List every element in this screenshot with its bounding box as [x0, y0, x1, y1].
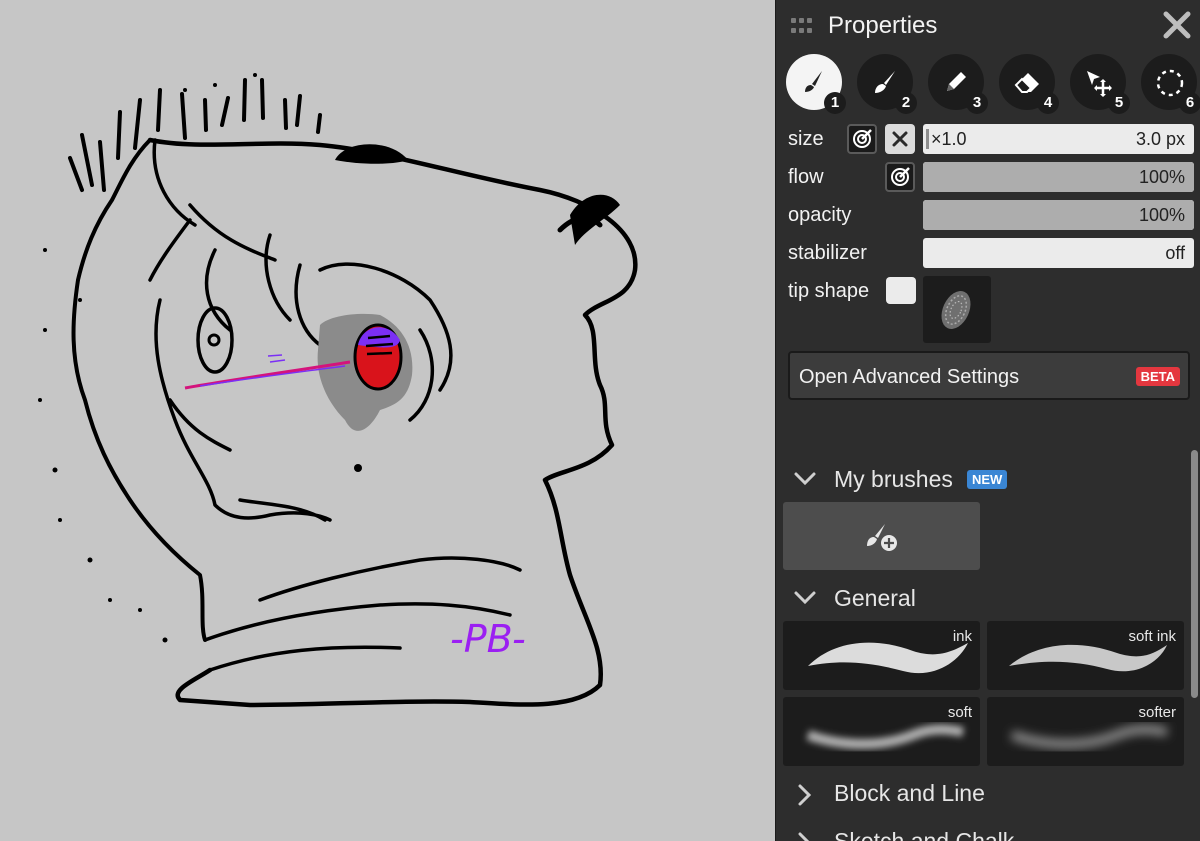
brush-card-soft[interactable]: soft: [783, 697, 980, 766]
tool-number: 5: [1108, 92, 1130, 114]
brush-name: soft: [947, 704, 972, 721]
panel-title: Properties: [828, 12, 938, 39]
drag-handle-icon[interactable]: [791, 18, 813, 34]
section-block-and-line[interactable]: Block and Line: [776, 776, 1186, 810]
size-label: size: [788, 128, 824, 150]
size-pressure-toggle[interactable]: [847, 124, 877, 154]
tip-shape-toggle[interactable]: [886, 277, 916, 304]
eraser-icon: [1014, 73, 1039, 93]
size-reset-button[interactable]: [885, 124, 915, 154]
flow-pressure-toggle[interactable]: [885, 162, 915, 192]
stabilizer-label: stabilizer: [788, 242, 867, 264]
tool-number: 1: [824, 92, 846, 114]
tool-4-eraser[interactable]: 4: [999, 54, 1059, 114]
panel-scrollbar[interactable]: [1191, 450, 1198, 698]
tool-number: 4: [1037, 92, 1059, 114]
properties-panel: Properties 1 2 3 4 5 6 size ×1.0 3.0 px …: [775, 0, 1200, 841]
chevron-down-icon: [794, 472, 816, 486]
size-slider-fill: [926, 129, 929, 149]
section-label: Block and Line: [834, 780, 985, 806]
tool-6-lasso-select[interactable]: 6: [1141, 54, 1200, 114]
section-general[interactable]: General: [776, 581, 1186, 615]
tool-number: 2: [895, 92, 917, 114]
flow-slider[interactable]: 100%: [923, 162, 1194, 192]
lasso-select-icon: [1156, 69, 1184, 97]
add-brush-icon: [867, 524, 897, 551]
move-select-icon: [1087, 71, 1112, 97]
opacity-slider[interactable]: 100%: [923, 200, 1194, 230]
tool-bar: 1 2 3 4 5 6: [776, 54, 1200, 114]
brush-name: ink: [952, 628, 972, 645]
signature-text: -PB-: [450, 617, 526, 661]
chevron-right-icon: [798, 832, 810, 841]
chevron-down-icon: [794, 591, 816, 605]
add-brush-button[interactable]: [783, 502, 980, 570]
ink-stroke-preview: [808, 642, 968, 674]
brush-name: soft ink: [1128, 628, 1176, 645]
size-multiplier: ×1.0: [931, 129, 967, 149]
tool-2-paint-brush[interactable]: 2: [857, 54, 917, 114]
tool-number: 3: [966, 92, 988, 114]
stabilizer-value: off: [1165, 243, 1185, 263]
open-advanced-settings-button[interactable]: Open Advanced Settings BETA: [788, 351, 1190, 400]
opacity-value: 100%: [1138, 205, 1185, 225]
tip-shape-preview[interactable]: [923, 276, 991, 343]
section-my-brushes[interactable]: My brushes NEW: [776, 462, 1186, 496]
chevron-right-icon: [798, 784, 812, 806]
artwork: -PB-: [38, 73, 638, 708]
close-icon: [892, 131, 908, 147]
flow-label: flow: [788, 166, 824, 188]
section-label: My brushes: [834, 466, 953, 492]
section-label: Sketch and Chalk: [834, 828, 1015, 841]
brush-card-soft-ink[interactable]: soft ink: [987, 621, 1184, 690]
brush-card-softer[interactable]: softer: [987, 697, 1184, 766]
tool-3-pencil[interactable]: 3: [928, 54, 988, 114]
tip-texture-icon: [941, 291, 971, 329]
drawing-canvas[interactable]: -PB-: [0, 0, 775, 841]
tip-shape-label: tip shape: [788, 280, 870, 302]
beta-badge: BETA: [1135, 367, 1180, 386]
tool-5-move-select[interactable]: 5: [1070, 54, 1130, 114]
new-badge: NEW: [967, 470, 1008, 489]
flow-value: 100%: [1138, 167, 1185, 187]
panel-header: Properties: [776, 0, 1200, 52]
paint-brush-icon: [875, 71, 895, 93]
section-sketch-and-chalk[interactable]: Sketch and Chalk: [776, 824, 1186, 841]
brush-name: softer: [1138, 704, 1176, 721]
pencil-icon: [947, 72, 966, 91]
tool-number: 6: [1179, 92, 1200, 114]
size-value: 3.0 px: [1135, 129, 1185, 149]
close-icon[interactable]: [1160, 8, 1194, 42]
tool-1-brush[interactable]: 1: [786, 54, 846, 114]
section-label: General: [834, 585, 916, 611]
size-slider[interactable]: ×1.0 3.0 px: [923, 124, 1194, 154]
opacity-label: opacity: [788, 204, 852, 226]
pressure-icon: [853, 129, 872, 148]
stabilizer-slider[interactable]: off: [923, 238, 1194, 268]
advanced-settings-label: Open Advanced Settings: [799, 366, 1020, 388]
pressure-icon: [891, 167, 910, 186]
brush-icon: [805, 71, 822, 92]
brush-card-ink[interactable]: ink: [783, 621, 980, 690]
